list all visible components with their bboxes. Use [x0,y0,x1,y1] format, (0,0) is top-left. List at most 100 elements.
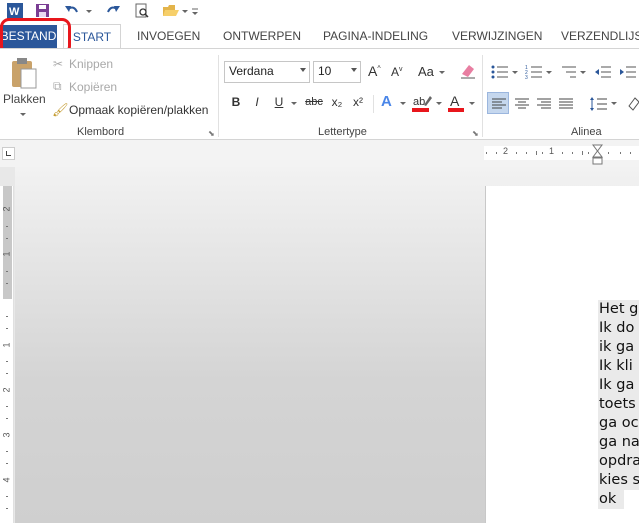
document-page[interactable]: Het g Ik do ik ga Ik kli Ik ga toets ga … [485,186,639,523]
tab-invoegen[interactable]: INVOEGEN [137,24,200,49]
align-left-icon [492,98,506,109]
clear-formatting-icon[interactable] [459,62,477,80]
cut-button[interactable]: Knippen [69,57,113,71]
shading-icon[interactable] [626,94,639,114]
copy-button[interactable]: Kopiëren [69,80,117,94]
tab-start[interactable]: START [63,24,121,50]
svg-text:W: W [9,6,20,18]
chevron-down-icon [351,68,357,72]
tab-stop-marker [6,151,11,156]
svg-text:ab: ab [413,96,425,108]
vertical-ruler-ticks [6,226,8,509]
document-line[interactable]: ik ga [598,338,639,357]
underline-button[interactable]: U [273,95,285,115]
multilevel-list-icon[interactable] [559,64,577,80]
tab-pagina-indeling[interactable]: PAGINA-INDELING [323,24,428,49]
highlight-dropdown-icon[interactable] [436,102,442,105]
numbering-icon[interactable]: 1 2 3 [525,64,543,80]
font-color-icon[interactable]: A [447,93,465,113]
highlight-color-icon[interactable]: ab [411,93,433,113]
font-launcher-icon[interactable]: ⬊ [472,129,479,138]
tab-ontwerpen[interactable]: ONTWERPEN [223,24,301,49]
format-painter-icon: 🖌 [52,102,69,117]
format-painter-button[interactable]: Opmaak kopiëren/plakken [69,103,208,117]
bold-button[interactable]: B [229,95,243,115]
increase-indent-icon[interactable] [620,64,636,80]
group-separator [218,55,219,137]
font-size-value: 10 [318,64,332,78]
vertical-ruler[interactable]: 2 1 1 2 3 4 [0,186,14,523]
numbering-dropdown-icon[interactable] [546,71,552,74]
paste-button[interactable]: Plakken [3,92,46,106]
italic-button[interactable]: I [251,95,263,115]
document-line[interactable]: opdra [598,452,639,471]
line-spacing-icon[interactable] [589,94,609,114]
paste-icon[interactable] [9,55,39,91]
underline-dropdown-icon[interactable] [291,102,297,105]
document-line[interactable]: ga na [598,433,639,452]
font-color-dropdown-icon[interactable] [469,102,475,105]
multilevel-dropdown-icon[interactable] [580,71,586,74]
tab-verzendlijsten[interactable]: VERZENDLIJSTEN [561,24,639,49]
subscript-button[interactable]: x₂ [329,95,345,115]
ruler-mark: 2 [503,146,509,156]
bullets-icon[interactable] [491,64,509,80]
grow-font-button[interactable]: A^ [368,63,381,79]
document-line[interactable]: kies s [598,471,639,490]
customize-qat-icon[interactable] [190,2,200,20]
chevron-down-icon [300,68,306,72]
group-label-alinea: Alinea [571,126,602,138]
horizontal-ruler[interactable]: 2 1 [484,144,639,165]
undo-dropdown-icon[interactable] [86,10,92,13]
group-label-lettertype: Lettertype [318,126,367,138]
group-separator [373,95,374,113]
change-case-button[interactable]: Aa [418,64,434,79]
group-label-klembord: Klembord [77,126,125,138]
align-left-button[interactable] [487,92,509,114]
align-right-icon[interactable] [534,94,554,114]
group-separator [482,55,483,137]
text-effects-icon[interactable]: A [381,93,392,110]
document-line[interactable]: ga oc [598,414,639,433]
document-line[interactable]: Ik ga [598,376,639,395]
paste-dropdown-icon[interactable] [20,113,26,116]
scissors-icon: ✂ [53,57,64,71]
text-effects-dropdown-icon[interactable] [400,102,406,105]
font-size-combo[interactable]: 10 [313,61,361,83]
bullets-dropdown-icon[interactable] [512,71,518,74]
document-line[interactable]: Ik do [598,319,639,338]
change-case-dropdown-icon[interactable] [439,71,445,74]
document-line[interactable]: Ik kli [598,357,639,376]
clipboard-launcher-icon[interactable]: ⬊ [208,129,215,138]
ruler-mark: 1 [549,146,555,156]
quick-access-toolbar: W [0,0,639,22]
open-dropdown-icon[interactable] [182,10,188,13]
svg-text:3: 3 [525,75,528,80]
document-line[interactable]: Het g [598,300,639,319]
copy-icon: ⧉ [53,79,62,93]
open-folder-icon[interactable] [162,2,180,20]
line-spacing-dropdown-icon[interactable] [611,102,617,105]
redo-icon[interactable] [105,2,121,20]
justify-icon[interactable] [556,94,576,114]
decrease-indent-icon[interactable] [595,64,611,80]
strikethrough-button[interactable]: abc [303,96,325,116]
shrink-font-button[interactable]: Av [391,65,403,79]
ribbon-tabs: BESTAND START INVOEGEN ONTWERPEN PAGINA-… [0,22,639,50]
svg-text:A: A [450,93,460,109]
tab-verwijzingen[interactable]: VERWIJZINGEN [452,24,542,49]
tab-selector-icon[interactable] [2,147,15,160]
ruler-bar: 2 1 [0,140,639,167]
ribbon: Plakken ✂ Knippen ⧉ Kopiëren 🖌 Opmaak ko… [0,48,639,140]
indent-marker-icon[interactable] [592,144,603,166]
font-name-combo[interactable]: Verdana [224,61,310,83]
font-name-value: Verdana [229,64,274,78]
grow-font-label: A [368,63,378,79]
undo-icon[interactable] [64,2,80,20]
document-line[interactable]: ok [598,490,624,509]
superscript-button[interactable]: x² [350,95,366,115]
shrink-font-label: A [391,65,400,79]
print-preview-icon[interactable] [134,2,150,20]
align-center-icon[interactable] [512,94,532,114]
document-line[interactable]: toets [598,395,639,414]
